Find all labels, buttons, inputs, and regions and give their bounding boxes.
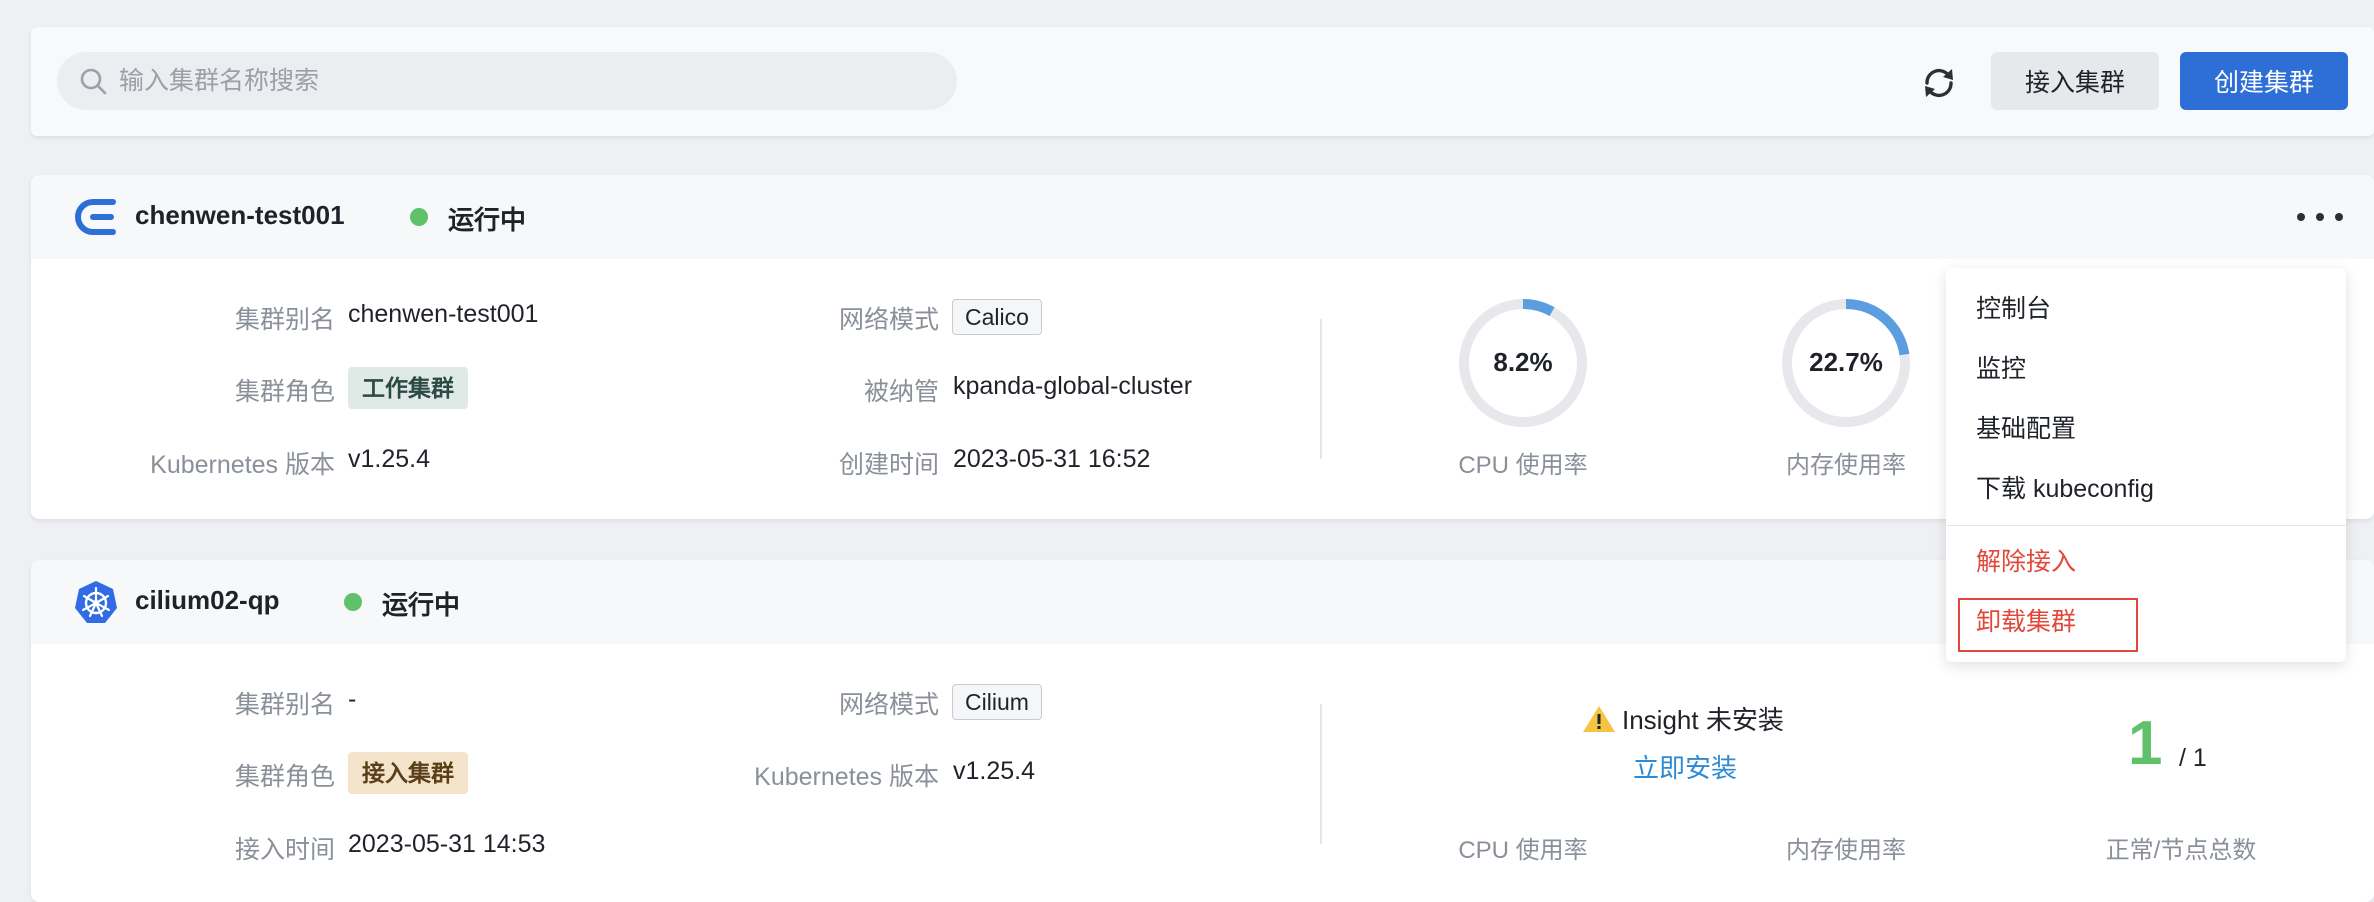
memory-usage-value: 22.7% — [1809, 347, 1883, 377]
k8s-version-label: Kubernetes 版本 — [754, 763, 939, 791]
connect-cluster-button[interactable]: 接入集群 — [1991, 52, 2159, 110]
k8s-version-label: Kubernetes 版本 — [150, 451, 335, 479]
status-dot-icon — [344, 593, 362, 611]
nodes-label: 正常/节点总数 — [2105, 837, 2257, 864]
memory-usage-label: 内存使用率 — [1786, 837, 1906, 864]
install-insight-link[interactable]: 立即安装 — [1633, 748, 1737, 785]
menu-item-console[interactable]: 控制台 — [1976, 289, 2051, 325]
alias-value: - — [348, 685, 357, 713]
menu-item-monitoring[interactable]: 监控 — [1976, 349, 2026, 385]
daocloud-logo-icon — [75, 199, 116, 235]
dot-icon — [2297, 213, 2305, 221]
k8s-version-value: v1.25.4 — [348, 445, 431, 473]
toolbar: 接入集群 创建集群 — [31, 27, 2374, 136]
search-input[interactable] — [119, 66, 939, 96]
role-label: 集群角色 — [234, 763, 335, 791]
kubernetes-logo-icon — [75, 581, 117, 623]
insight-warning-text: Insight 未安装 — [1622, 705, 1784, 735]
network-label: 网络模式 — [838, 306, 939, 334]
cpu-usage-label: CPU 使用率 — [1458, 837, 1588, 864]
created-label: 创建时间 — [838, 451, 939, 479]
more-actions-button[interactable] — [2297, 202, 2343, 232]
created-value: 2023-05-31 16:52 — [953, 445, 1151, 473]
status-dot-icon — [410, 208, 428, 226]
cluster-name[interactable]: chenwen-test001 — [135, 200, 345, 231]
cpu-usage-value: 8.2% — [1493, 347, 1553, 377]
managed-value: kpanda-global-cluster — [953, 372, 1193, 400]
divider — [1320, 704, 1322, 844]
menu-item-uninstall-cluster[interactable]: 卸载集群 — [1976, 602, 2076, 638]
dot-icon — [2335, 213, 2343, 221]
cpu-usage-label: CPU 使用率 — [1458, 452, 1588, 479]
network-label: 网络模式 — [838, 691, 939, 719]
divider — [1320, 319, 1322, 459]
role-tag: 接入集群 — [348, 752, 468, 794]
status-badge: 运行中 — [448, 205, 527, 235]
alias-label: 集群别名 — [234, 691, 335, 719]
cluster-name[interactable]: cilium02-qp — [135, 585, 279, 616]
menu-item-disconnect[interactable]: 解除接入 — [1976, 542, 2076, 578]
menu-item-download-kubeconfig[interactable]: 下载 kubeconfig — [1976, 469, 2154, 505]
network-tag: Calico — [952, 299, 1042, 335]
cluster-list-page: 接入集群 创建集群 chenwen-test001 运行中 集群别名 chenw… — [0, 0, 2374, 902]
cluster-card-header: chenwen-test001 运行中 — [31, 175, 2374, 259]
status-badge: 运行中 — [382, 590, 461, 620]
alias-value: chenwen-test001 — [348, 300, 539, 328]
alias-label: 集群别名 — [234, 306, 335, 334]
refresh-button[interactable] — [1911, 55, 1967, 111]
network-tag: Cilium — [952, 684, 1042, 720]
create-cluster-button[interactable]: 创建集群 — [2180, 52, 2348, 110]
role-tag: 工作集群 — [348, 367, 468, 409]
menu-divider — [1946, 525, 2346, 526]
joined-label: 接入时间 — [234, 836, 335, 864]
managed-label: 被纳管 — [863, 378, 939, 406]
role-label: 集群角色 — [234, 378, 335, 406]
search-icon — [80, 68, 107, 95]
search-box[interactable] — [57, 52, 957, 110]
ready-node-count: 1 — [2128, 709, 2163, 778]
warning-icon — [1583, 705, 1615, 732]
total-node-count: / 1 — [2179, 744, 2207, 772]
dot-icon — [2316, 213, 2324, 221]
memory-usage-label: 内存使用率 — [1786, 452, 1906, 479]
insight-warning: Insight 未安装 — [1582, 700, 1784, 737]
refresh-icon — [1925, 68, 1953, 98]
joined-value: 2023-05-31 14:53 — [348, 830, 546, 858]
k8s-version-value: v1.25.4 — [953, 757, 1036, 785]
cluster-actions-menu: 控制台 监控 基础配置 下载 kubeconfig 解除接入 卸载集群 — [1946, 268, 2346, 662]
menu-item-basic-config[interactable]: 基础配置 — [1976, 409, 2076, 445]
